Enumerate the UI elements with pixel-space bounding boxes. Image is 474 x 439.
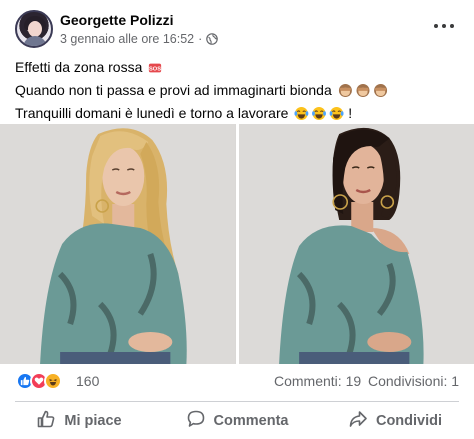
- post-photos: [0, 124, 474, 364]
- globe-icon: [206, 33, 219, 45]
- comment-bubble-icon: [186, 409, 206, 433]
- more-options-icon[interactable]: [434, 20, 454, 32]
- reaction-count[interactable]: 160: [76, 373, 99, 389]
- svg-text:SOS: SOS: [149, 67, 161, 73]
- comment-button-label: Commenta: [213, 413, 289, 429]
- post-text-line-3: Tranquilli domani è lunedì e torno a lav…: [15, 103, 465, 126]
- haha-reaction-icon: [44, 372, 62, 390]
- share-button[interactable]: Condividi: [316, 404, 474, 438]
- post-meta: 3 gennaio alle ore 16:52 ·: [60, 32, 219, 46]
- photo-brunette[interactable]: [238, 124, 474, 364]
- post-text-line-2: Quando non ti passa e provi ad immaginar…: [15, 80, 465, 103]
- post-stats: 160 Commenti: 19 Condivisioni: 1: [0, 364, 474, 398]
- like-button-label: Mi piace: [64, 413, 122, 429]
- post-header: Georgette Polizzi 3 gennaio alle ore 16:…: [0, 0, 474, 54]
- post-text-line-1: Effetti da zona rossa SOS: [15, 57, 465, 80]
- actions-divider: [15, 401, 459, 402]
- post-timestamp[interactable]: 3 gennaio alle ore 16:52: [60, 32, 194, 46]
- photo-blonde[interactable]: [0, 124, 236, 364]
- thumbs-up-icon: [36, 409, 56, 433]
- sos-emoji-icon: SOS: [148, 60, 162, 80]
- post-text: Effetti da zona rossa SOS Quando non ti …: [15, 57, 465, 126]
- facebook-post: Georgette Polizzi 3 gennaio alle ore 16:…: [0, 0, 474, 439]
- share-arrow-icon: [348, 409, 368, 433]
- see-no-evil-monkey-icon: [338, 83, 388, 103]
- author-avatar[interactable]: [15, 10, 53, 48]
- post-actions: Mi piace Commenta Condividi: [0, 404, 474, 438]
- meta-separator: ·: [198, 32, 203, 46]
- share-button-label: Condividi: [375, 413, 443, 429]
- author-name[interactable]: Georgette Polizzi: [60, 12, 174, 28]
- comment-button[interactable]: Commenta: [158, 404, 316, 438]
- reaction-icons[interactable]: [16, 372, 62, 390]
- shares-count[interactable]: Condivisioni: 1: [368, 373, 459, 389]
- comments-count[interactable]: Commenti: 19: [274, 373, 361, 389]
- like-button[interactable]: Mi piace: [0, 404, 158, 438]
- crying-laughing-emoji-icon: [294, 106, 344, 126]
